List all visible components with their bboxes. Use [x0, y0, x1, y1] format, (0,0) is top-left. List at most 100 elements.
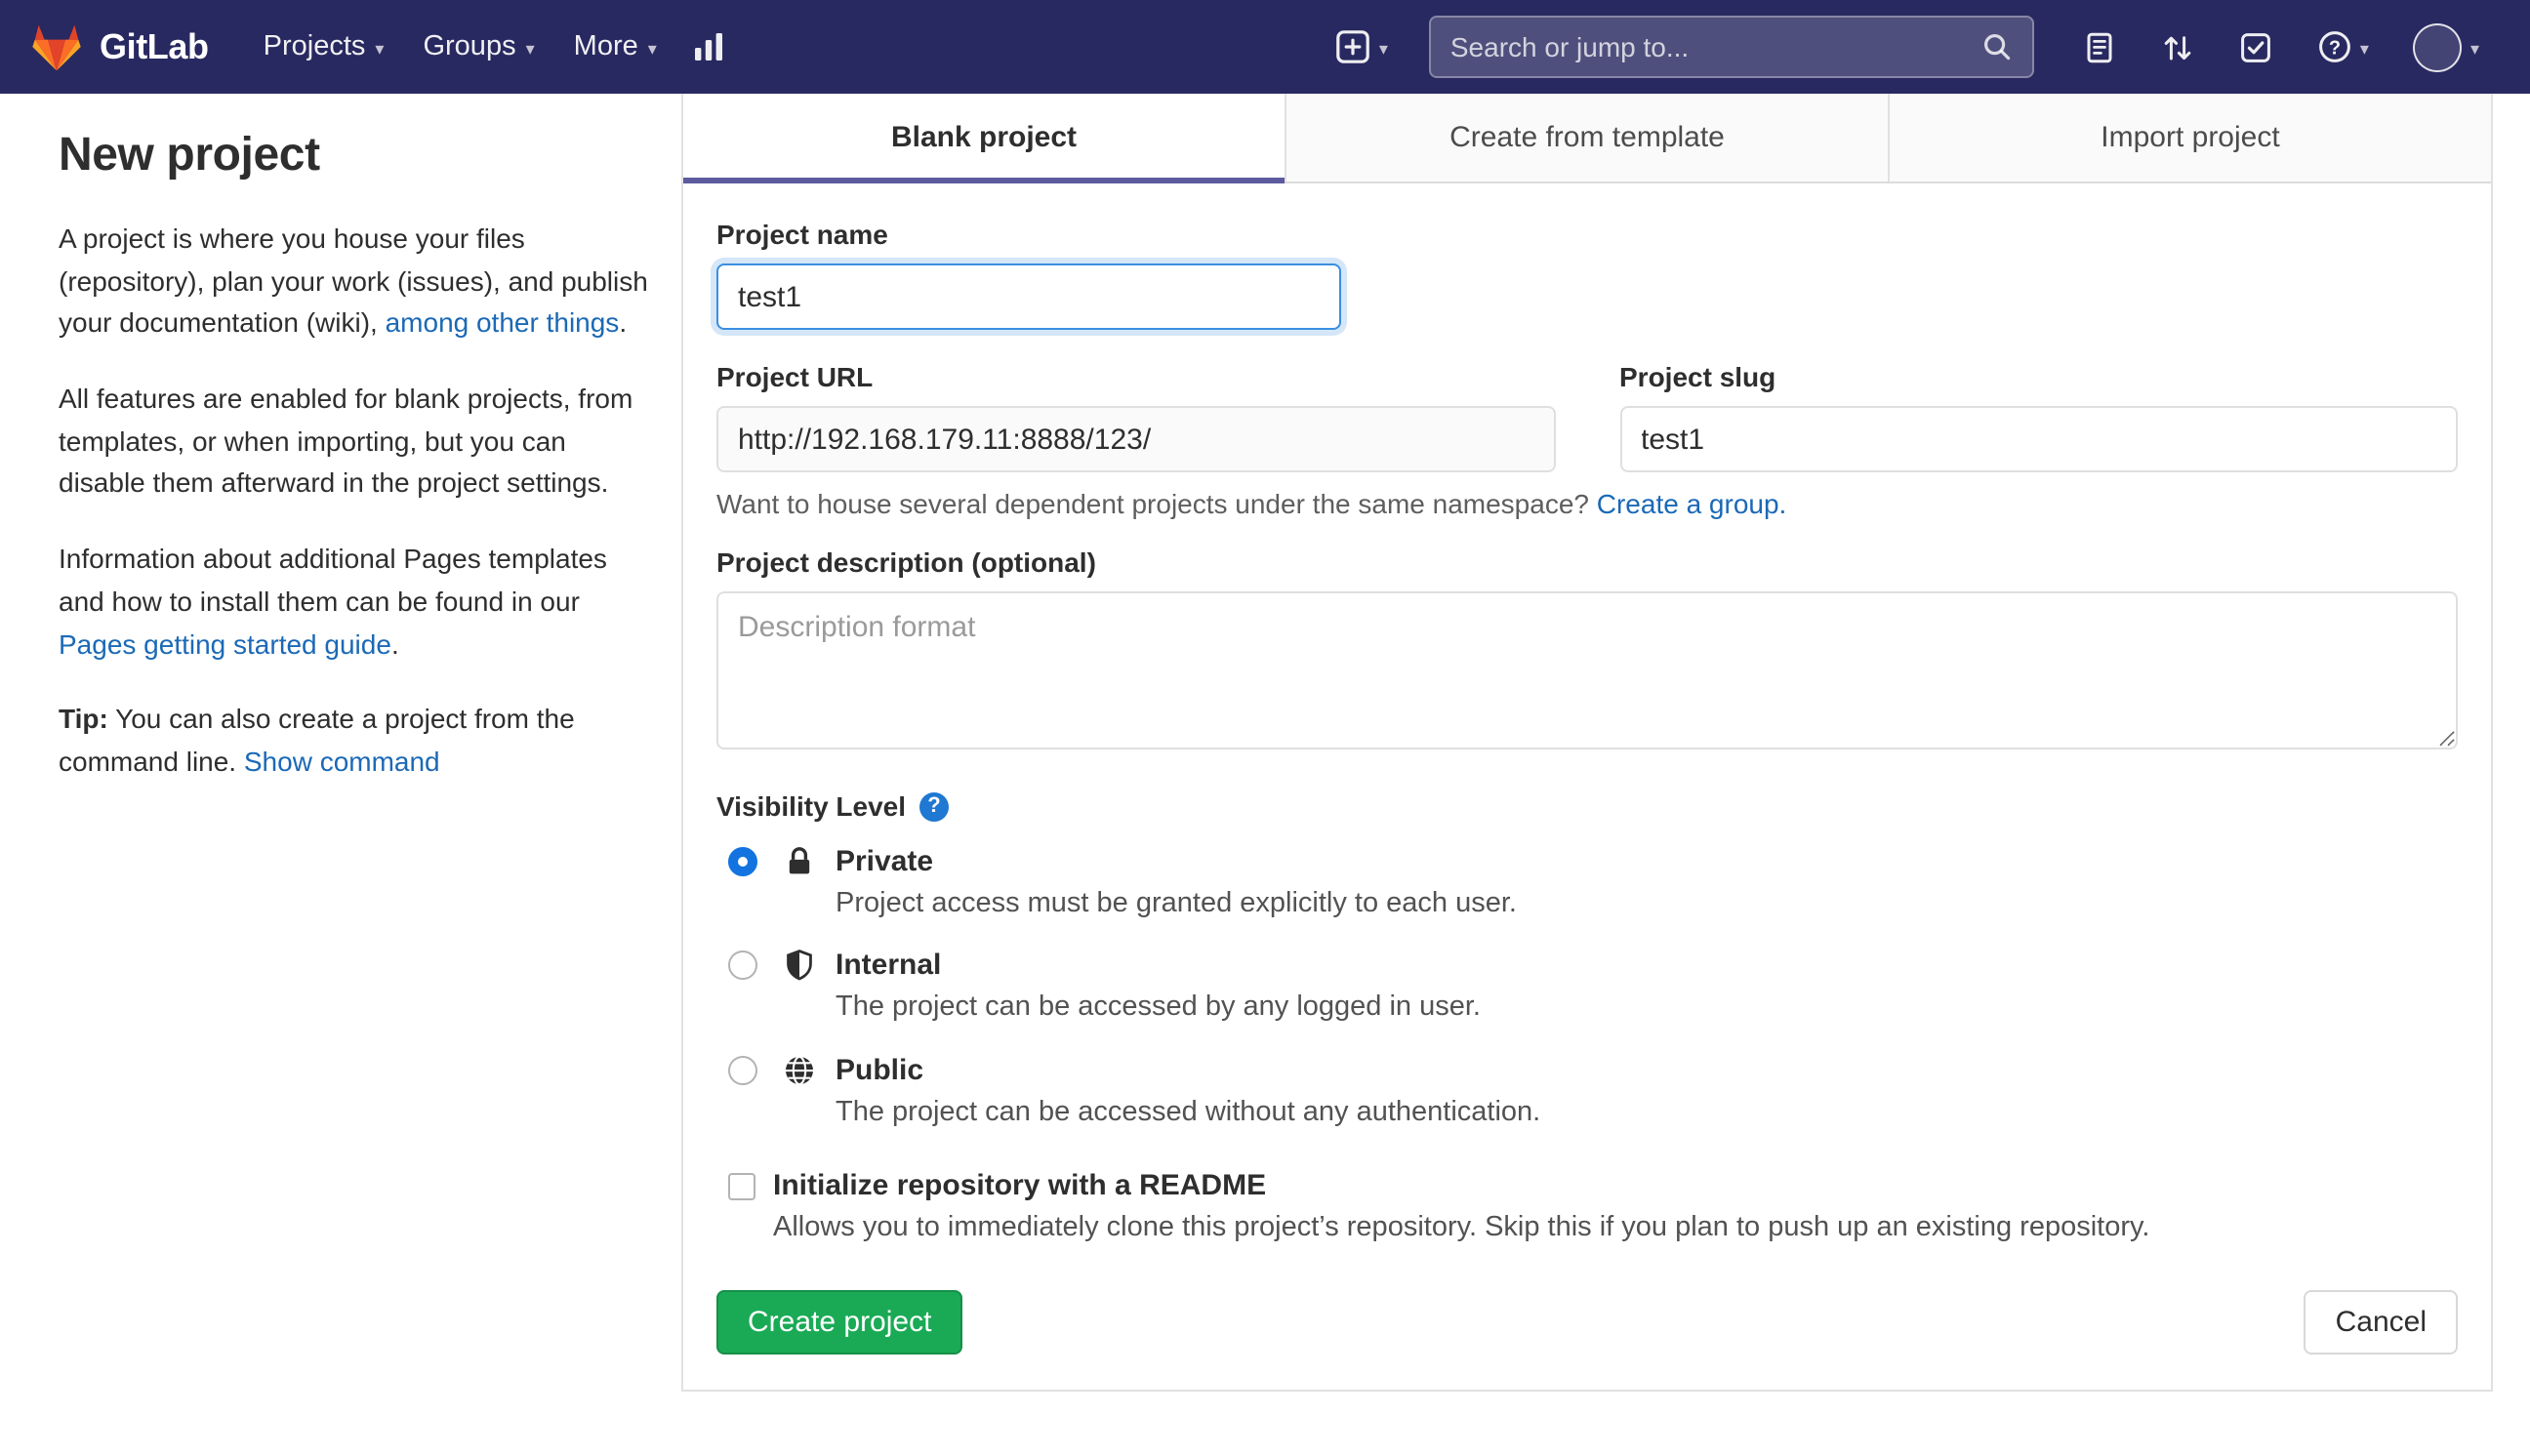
new-project-sidebar: New project A project is where you house…: [0, 94, 681, 817]
option-text: Private Project access must be granted e…: [836, 841, 1517, 924]
option-name: Private: [836, 845, 934, 878]
sidebar-paragraph-3: Information about additional Pages templ…: [59, 539, 650, 666]
project-url-label: Project URL: [716, 361, 874, 392]
sidebar-paragraph-1: A project is where you house your files …: [59, 219, 650, 345]
help-menu-button[interactable]: ? ▾: [2302, 18, 2385, 76]
page-title: New project: [59, 129, 320, 182]
tab-label: Blank project: [890, 121, 1078, 154]
visibility-level-header: Visibility Level ?: [716, 790, 2458, 822]
tip-label: Tip:: [59, 703, 108, 735]
project-name-label: Project name: [716, 219, 888, 250]
create-project-button[interactable]: Create project: [716, 1290, 963, 1355]
paragraph-text: .: [619, 306, 628, 339]
option-description: The project can be accessed without any …: [836, 1096, 1541, 1128]
user-menu-button[interactable]: ▾: [2398, 11, 2495, 83]
project-url-input[interactable]: [716, 406, 1555, 472]
merge-requests-icon: [2164, 35, 2191, 60]
project-description-textarea[interactable]: [716, 591, 2458, 749]
url-slug-row: Project URL Project slug: [716, 361, 2458, 472]
option-name: Internal: [836, 949, 942, 983]
project-description-label: Project description (optional): [716, 546, 1096, 578]
among-other-things-link[interactable]: among other things: [386, 307, 620, 339]
todos-check-icon: [2240, 32, 2270, 61]
nav-groups-label: Groups: [423, 31, 516, 62]
bar-chart-icon: [695, 33, 723, 61]
readme-text: Initialize repository with a README Allo…: [773, 1165, 2149, 1248]
search-input[interactable]: [1449, 31, 1981, 62]
top-navbar: GitLab Projects ▾ Groups ▾ More ▾ ▾ Sear…: [0, 0, 2530, 94]
new-project-panel: Blank project Create from template Impor…: [681, 94, 2493, 1392]
visibility-option-public[interactable]: Public The project can be accessed witho…: [728, 1049, 2458, 1132]
chevron-down-icon: ▾: [525, 38, 535, 58]
pages-guide-link[interactable]: Pages getting started guide: [59, 627, 391, 659]
namespace-hint: Want to house several dependent projects…: [716, 488, 2458, 519]
nav-menu-more[interactable]: More ▾: [554, 20, 676, 74]
svg-text:?: ?: [2329, 37, 2341, 59]
search-icon: [1983, 34, 2011, 61]
visibility-option-private[interactable]: Private Project access must be granted e…: [728, 841, 2458, 924]
issues-button[interactable]: [2067, 19, 2132, 75]
form-actions: Create project Cancel: [716, 1290, 2458, 1355]
tab-label: Create from template: [1449, 121, 1725, 154]
chevron-down-icon: ▾: [2469, 38, 2479, 58]
create-a-group-link[interactable]: Create a group.: [1597, 488, 1787, 519]
cancel-button[interactable]: Cancel: [2304, 1290, 2458, 1355]
chevron-down-icon: ▾: [375, 38, 385, 58]
merge-requests-button[interactable]: [2145, 19, 2210, 75]
global-search-box: [1428, 16, 2034, 78]
shield-icon: [783, 950, 816, 983]
brand-wordmark: GitLab: [100, 26, 209, 65]
project-url-group: Project URL: [716, 361, 1555, 472]
readme-label: Initialize repository with a README: [773, 1168, 1267, 1202]
public-radio[interactable]: [728, 1055, 757, 1085]
gitlab-new-project-page: GitLab Projects ▾ Groups ▾ More ▾ ▾ Sear…: [0, 0, 2530, 1456]
tab-label: Import project: [2101, 121, 2280, 154]
page-content: New project A project is where you house…: [0, 94, 2530, 1456]
globe-icon: [783, 1053, 816, 1086]
project-slug-input[interactable]: [1619, 406, 2458, 472]
option-description: Project access must be granted explicitl…: [836, 888, 1517, 919]
blank-project-form: Project name Project URL Project slug Wa…: [683, 183, 2491, 1390]
option-description: The project can be accessed by any logge…: [836, 991, 1481, 1024]
tab-import-project[interactable]: Import project: [1888, 94, 2491, 182]
private-radio[interactable]: [728, 847, 757, 876]
navbar-right-cluster: ▾ Search or jump to... ? ▾ ▾: [1321, 11, 2495, 83]
gitlab-home-link[interactable]: GitLab: [31, 22, 209, 71]
option-name: Public: [836, 1053, 924, 1087]
nav-menu-projects[interactable]: Projects ▾: [244, 20, 404, 74]
project-name-input[interactable]: [716, 263, 1341, 330]
plus-square-icon: [1337, 30, 1370, 63]
option-text: Internal The project can be accessed by …: [836, 946, 1481, 1029]
option-text: Public The project can be accessed witho…: [836, 1049, 1540, 1132]
tab-blank-project[interactable]: Blank project: [683, 94, 1285, 183]
sidebar-paragraph-2: All features are enabled for blank proje…: [59, 383, 633, 499]
analytics-button[interactable]: [676, 18, 743, 76]
new-menu-button[interactable]: ▾: [1321, 18, 1404, 76]
todos-button[interactable]: [2224, 19, 2288, 75]
issues-icon: [2087, 31, 2112, 62]
nav-more-label: More: [573, 31, 638, 62]
readme-description: Allows you to immediately clone this pro…: [773, 1211, 2150, 1243]
project-name-group: Project name: [716, 219, 2458, 330]
visibility-level-label: Visibility Level: [716, 790, 907, 822]
project-slug-group: Project slug: [1619, 361, 2458, 472]
chevron-down-icon: ▾: [2359, 38, 2369, 58]
readme-checkbox[interactable]: [728, 1172, 755, 1200]
sidebar-tip: Tip: You can also create a project from …: [59, 699, 650, 784]
visibility-option-internal[interactable]: Internal The project can be accessed by …: [728, 946, 2458, 1029]
paragraph-text: Information about additional Pages templ…: [59, 543, 607, 617]
show-command-link[interactable]: Show command: [244, 746, 440, 777]
help-icon: ?: [2318, 31, 2350, 62]
chevron-down-icon: ▾: [1378, 38, 1388, 58]
project-type-tabs: Blank project Create from template Impor…: [683, 94, 2491, 183]
project-slug-label: Project slug: [1619, 361, 1776, 392]
internal-radio[interactable]: [728, 950, 757, 981]
tab-create-from-template[interactable]: Create from template: [1285, 94, 1888, 182]
lock-icon: [783, 845, 816, 878]
visibility-help-icon[interactable]: ?: [919, 791, 950, 821]
nav-menu-groups[interactable]: Groups ▾: [403, 20, 553, 74]
project-description-group: Project description (optional): [716, 546, 2458, 759]
chevron-down-icon: ▾: [647, 38, 657, 58]
initialize-readme-option[interactable]: Initialize repository with a README Allo…: [728, 1165, 2458, 1248]
paragraph-text: .: [390, 627, 399, 659]
